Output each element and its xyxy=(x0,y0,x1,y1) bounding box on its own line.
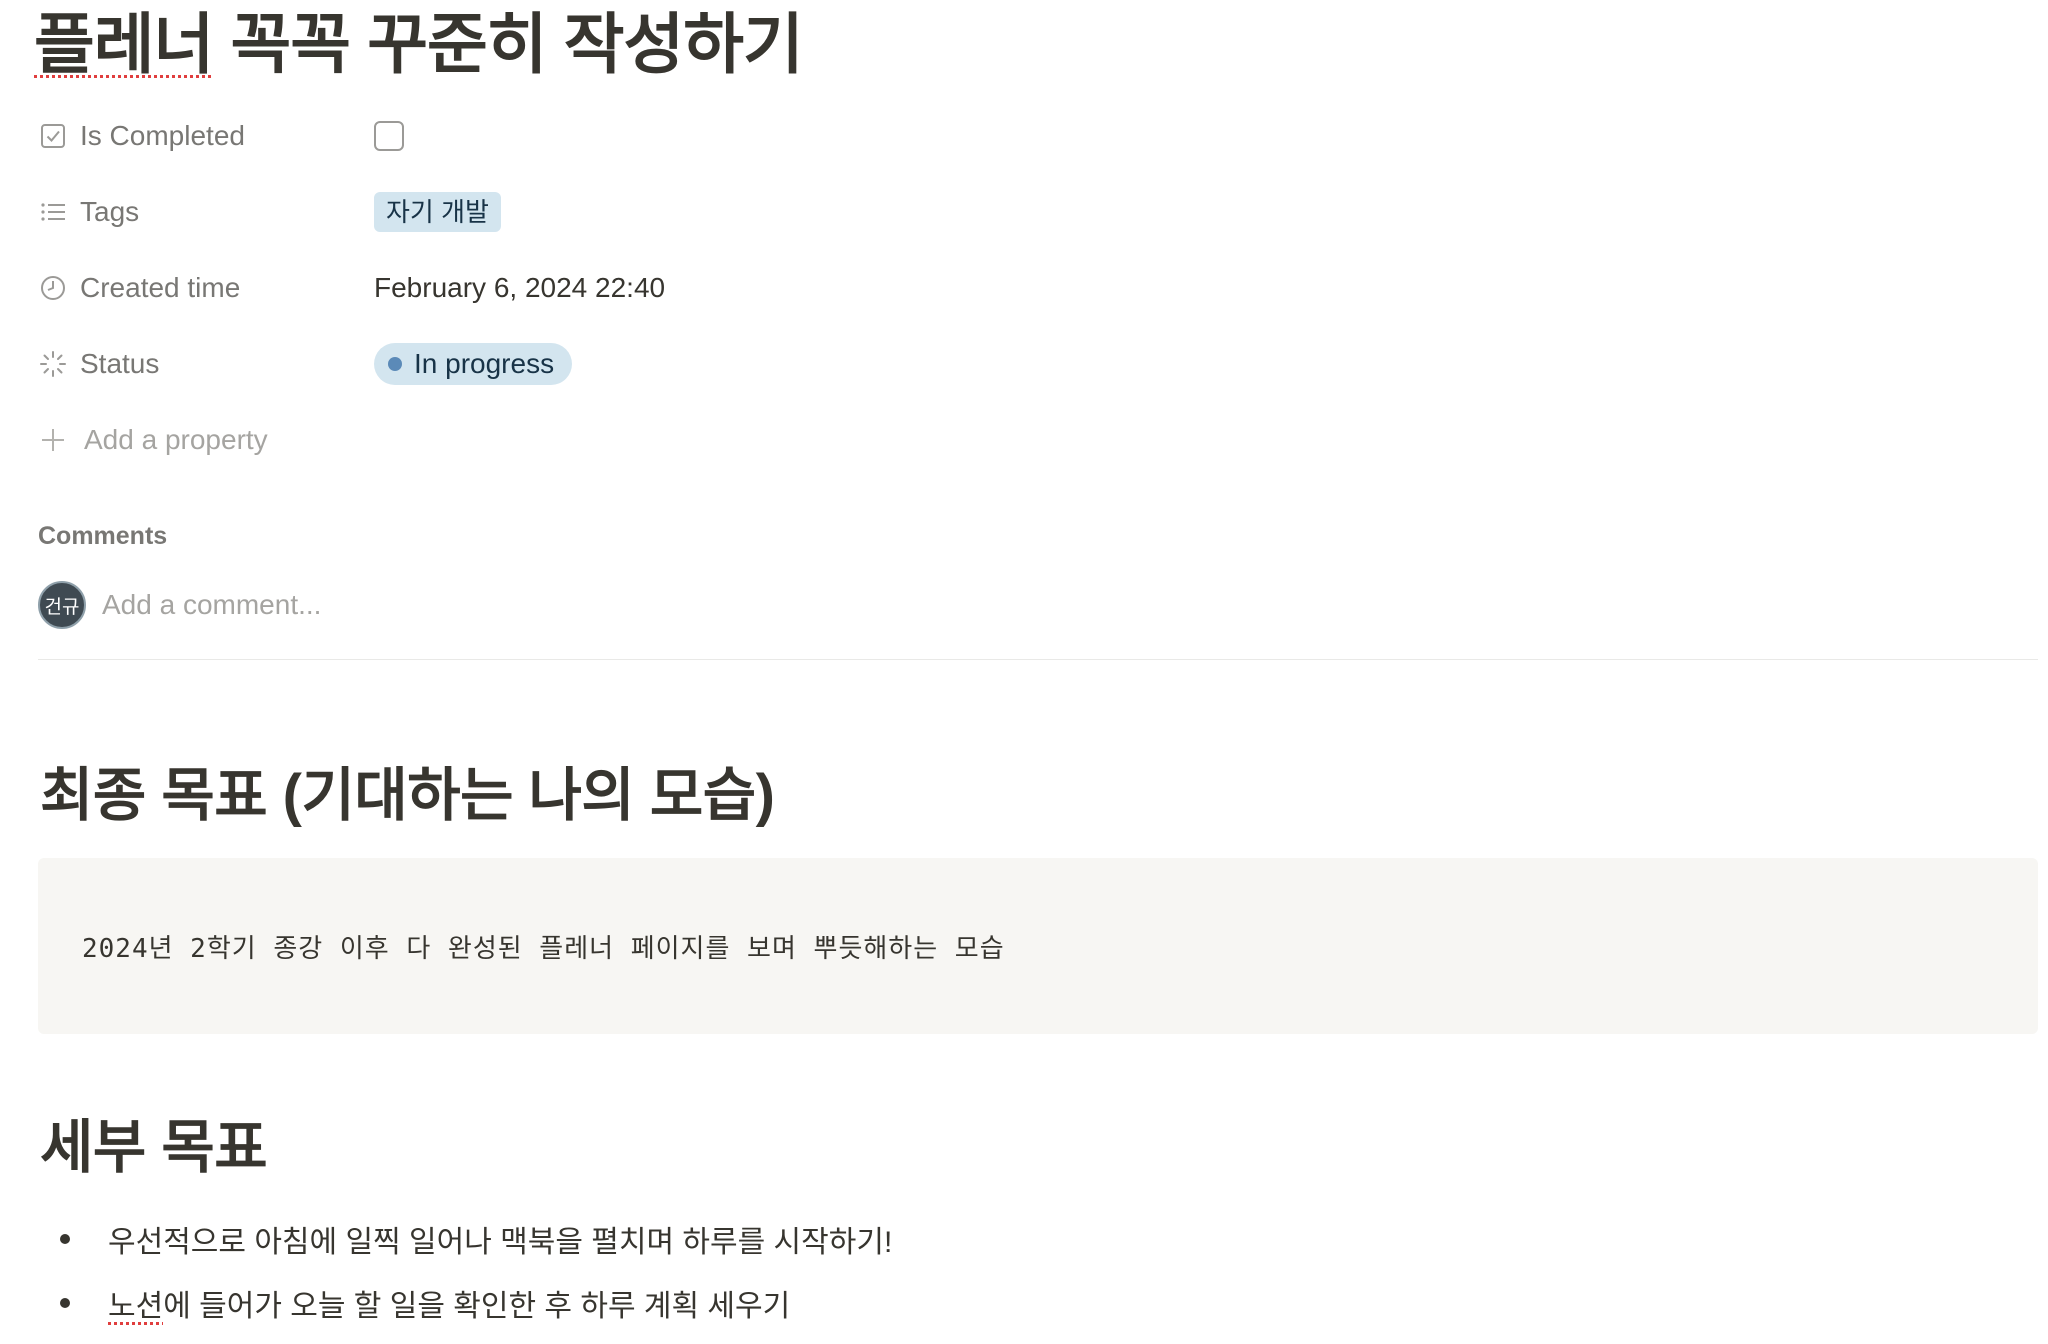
list-item-text: 노션에 들어가 오늘 할 일을 확인한 후 하루 계획 세우기 xyxy=(108,1281,790,1325)
page-title-misspelled-word: 플레너 xyxy=(34,7,214,81)
code-block-text: 2024년 2학기 종강 이후 다 완성된 플레너 페이지를 보며 뿌듯해하는 … xyxy=(82,933,1005,964)
add-property-label: Add a property xyxy=(84,424,268,455)
list-item[interactable]: 우선적으로 아침에 일찍 일어나 맥북을 펼치며 하루를 시작하기! xyxy=(40,1207,892,1271)
add-property-row: Add a property xyxy=(38,411,1038,469)
divider xyxy=(38,659,2038,660)
property-label-text: Created time xyxy=(80,272,241,303)
property-label-status[interactable]: Status xyxy=(38,335,159,393)
loading-spinner-icon xyxy=(38,349,68,379)
property-label-created-time[interactable]: Created time xyxy=(38,259,240,317)
avatar: 건규 xyxy=(38,581,86,629)
property-row-is-completed: Is Completed xyxy=(38,107,1038,165)
code-block[interactable]: 2024년 2학기 종강 이후 다 완성된 플레너 페이지를 보며 뿌듯해하는 … xyxy=(38,858,2038,1034)
is-completed-checkbox[interactable] xyxy=(374,121,404,151)
property-value-tags[interactable]: 자기 개발 xyxy=(374,183,501,241)
property-label-text: Is Completed xyxy=(80,120,245,151)
plus-icon xyxy=(38,425,68,455)
page-title[interactable]: 플레너 꼭꼭 꾸준히 작성하기 xyxy=(34,2,804,86)
property-value-status[interactable]: In progress xyxy=(374,335,573,393)
clock-icon xyxy=(38,273,68,303)
property-value-created-time: February 6, 2024 22:40 xyxy=(374,272,666,303)
property-value-is-completed xyxy=(374,107,404,165)
property-label-is-completed[interactable]: Is Completed xyxy=(38,107,245,165)
property-label-text: Status xyxy=(80,348,160,379)
property-row-created-time: Created time February 6, 2024 22:40 xyxy=(38,259,1038,317)
list-item[interactable]: 노션에 들어가 오늘 할 일을 확인한 후 하루 계획 세우기 xyxy=(40,1271,892,1335)
bullet-icon xyxy=(60,1298,70,1308)
comments-heading: Comments xyxy=(38,522,168,550)
notion-page: 플레너 꼭꼭 꾸준히 작성하기 Is Completed Tags 자기 개발 xyxy=(0,0,2048,1344)
list-item-text: 우선적으로 아침에 일찍 일어나 맥북을 펼치며 하루를 시작하기! xyxy=(108,1226,893,1259)
status-dot-icon xyxy=(388,357,402,371)
tag-chip[interactable]: 자기 개발 xyxy=(374,192,501,232)
property-label-tags[interactable]: Tags xyxy=(38,183,139,241)
status-badge[interactable]: In progress xyxy=(374,343,573,385)
bulleted-list: 우선적으로 아침에 일찍 일어나 맥북을 펼치며 하루를 시작하기! 노션에 들… xyxy=(40,1207,892,1335)
status-badge-label: In progress xyxy=(414,348,555,379)
comment-composer: 건규 xyxy=(38,580,802,630)
list-icon xyxy=(38,197,68,227)
list-item-misspelled-word: 노션 xyxy=(108,1290,164,1323)
property-label-text: Tags xyxy=(80,196,140,227)
bullet-icon xyxy=(60,1234,70,1244)
property-row-status: Status In progress xyxy=(38,335,1038,393)
property-row-tags: Tags 자기 개발 xyxy=(38,183,1038,241)
page-title-rest: 꼭꼭 꾸준히 작성하기 xyxy=(213,7,804,81)
checkbox-icon xyxy=(38,121,68,151)
list-item-text-rest: 에 들어가 오늘 할 일을 확인한 후 하루 계획 세우기 xyxy=(163,1290,791,1323)
add-property-button[interactable]: Add a property xyxy=(38,411,268,469)
heading-detailed-goals[interactable]: 세부 목표 xyxy=(40,1112,268,1184)
heading-final-goal[interactable]: 최종 목표 (기대하는 나의 모습) xyxy=(40,760,775,832)
comment-input[interactable] xyxy=(102,589,802,621)
